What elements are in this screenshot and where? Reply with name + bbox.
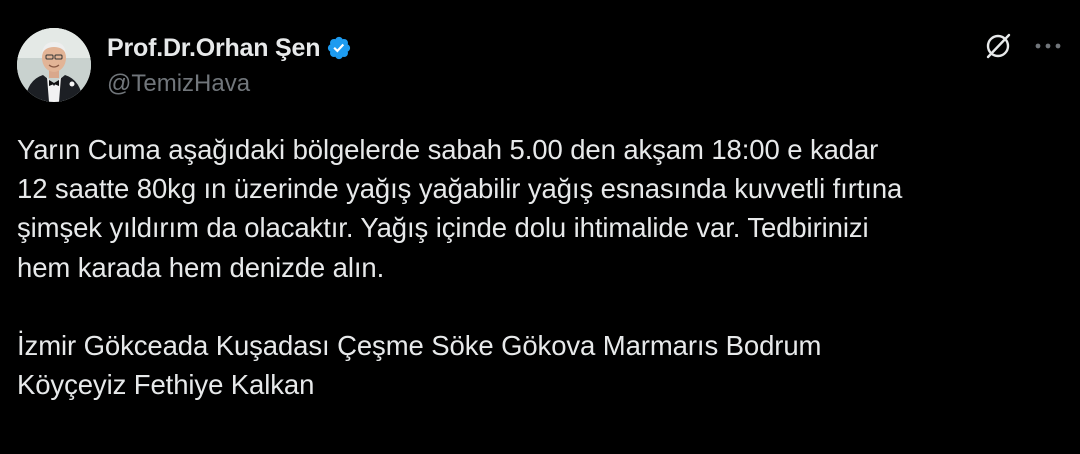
tweet-line: Köyçeyiz Fethiye Kalkan [17, 369, 315, 401]
more-icon[interactable] [1028, 28, 1068, 64]
grok-icon[interactable] [980, 28, 1016, 64]
avatar-photo [17, 28, 91, 102]
tweet-line: şimşek yıldırım da olacaktır. Yağış için… [17, 212, 869, 244]
tweet: Prof.Dr.Orhan Şen @TemizHava Yarın Cuma … [0, 0, 1080, 454]
verified-badge-icon[interactable] [326, 35, 352, 61]
author-avatar[interactable] [17, 28, 91, 102]
author-name-row: Prof.Dr.Orhan Şen [107, 30, 352, 66]
author-display-name[interactable]: Prof.Dr.Orhan Şen [107, 34, 321, 63]
tweet-line: hem karada hem denizde alın. [17, 251, 385, 283]
tweet-line: İzmir Gökceada Kuşadası Çeşme Söke Gökov… [17, 329, 822, 361]
tweet-line: 12 saatte 80kg ın üzerinde yağış yağabil… [17, 173, 903, 205]
tweet-text: Yarın Cuma aşağıdaki bölgelerde sabah 5.… [17, 130, 1067, 404]
tweet-line: Yarın Cuma aşağıdaki bölgelerde sabah 5.… [17, 134, 879, 165]
author-handle[interactable]: @TemizHava [107, 70, 250, 98]
